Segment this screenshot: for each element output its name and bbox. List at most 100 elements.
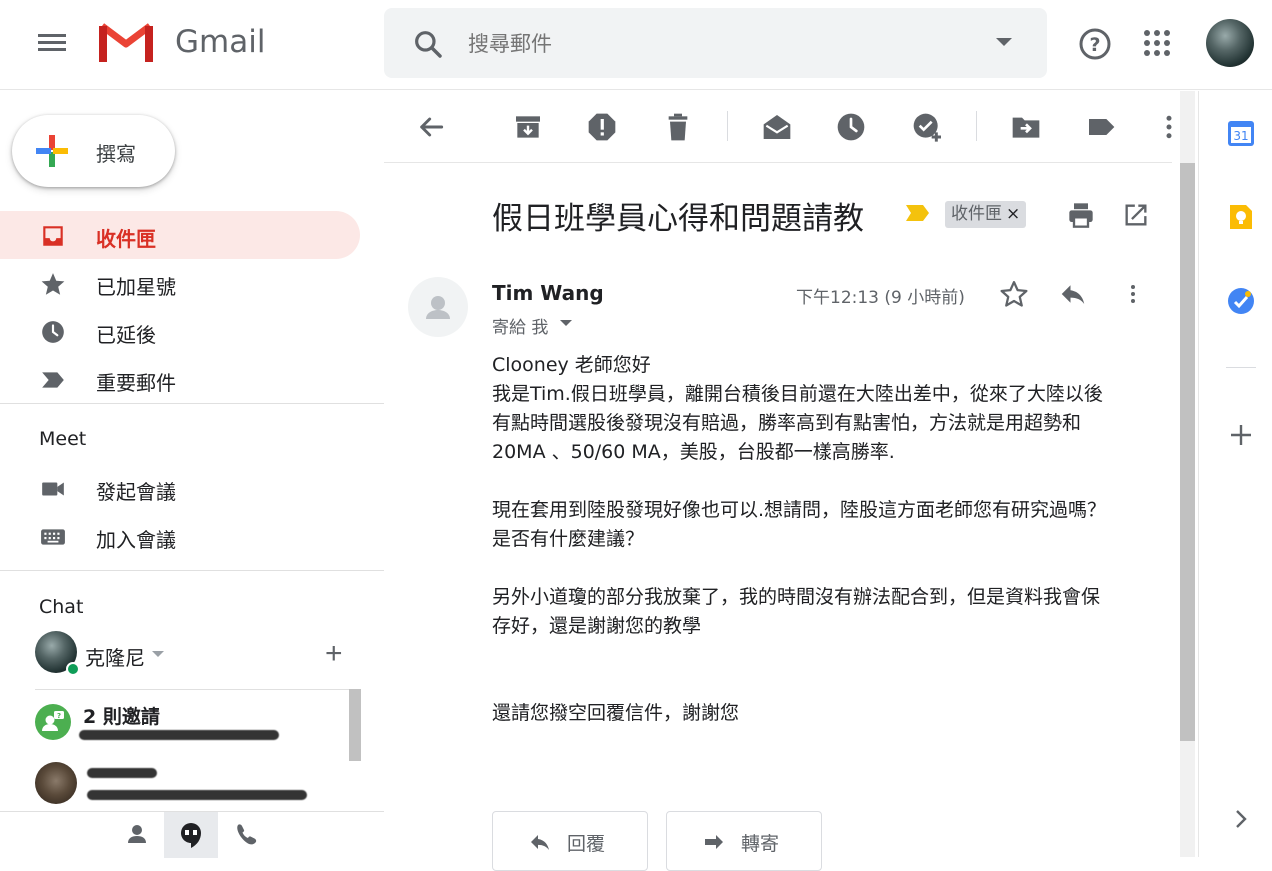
mark-unread-icon[interactable] [761, 111, 793, 143]
snooze-clock-icon[interactable] [835, 111, 867, 143]
chat-tabs [0, 811, 384, 858]
video-camera-icon [42, 482, 64, 496]
sender-avatar[interactable] [408, 277, 468, 337]
chat-list: ? 2 則邀請 [35, 689, 361, 811]
search-icon[interactable] [412, 28, 444, 60]
clock-icon [42, 321, 64, 343]
tasks-icon[interactable] [1227, 287, 1255, 315]
archive-icon[interactable] [512, 111, 544, 143]
important-marker-icon[interactable] [905, 204, 930, 222]
calendar-icon[interactable]: 31 [1227, 119, 1255, 147]
collapse-panel-chevron-icon[interactable] [1227, 805, 1255, 833]
toolbar-divider [727, 111, 728, 141]
sidebar-item-label: 已延後 [96, 323, 156, 347]
meet-new-meeting[interactable]: 發起會議 [0, 464, 360, 512]
side-panel: 31 [1198, 91, 1272, 857]
body-paragraph: 現在套用到陸股發現好像也可以.想請問，陸股這方面老師您有研究過嗎？ 是否有什麼建… [492, 499, 1107, 550]
label-chip-text: 收件匣 [951, 204, 1002, 224]
message-subject: 假日班學員心得和問題請教 [492, 201, 864, 237]
forward-label: 轉寄 [741, 833, 780, 855]
message-scrollbar[interactable] [1180, 163, 1195, 741]
tab-contacts[interactable] [110, 812, 164, 858]
sidebar-item-label: 已加星號 [96, 275, 176, 299]
phone-icon [237, 824, 257, 845]
move-to-icon[interactable] [1010, 111, 1042, 143]
invite-icon: ? [35, 704, 71, 740]
chat-self-status[interactable]: 克隆尼 + [35, 631, 375, 677]
compose-plus-icon [36, 135, 68, 167]
calendar-day: 31 [1233, 129, 1248, 143]
sidebar-item-important[interactable]: 重要郵件 [0, 355, 360, 403]
sidebar-item-label: 重要郵件 [96, 371, 176, 395]
message-view: 假日班學員心得和問題請教 收件匣 × Tim Wang 寄給 我 下午12:13 … [384, 91, 1198, 871]
keep-icon[interactable] [1227, 203, 1255, 231]
reply-label: 回覆 [567, 833, 606, 855]
search-input[interactable] [468, 26, 948, 62]
add-to-tasks-icon[interactable] [911, 111, 943, 143]
status-dropdown-icon[interactable] [152, 651, 164, 657]
compose-button[interactable]: 撰寫 [12, 115, 175, 187]
chat-list-scrollbar[interactable] [349, 689, 361, 761]
label-chip[interactable]: 收件匣 × [945, 201, 1027, 228]
contact-avatar[interactable] [35, 762, 77, 804]
show-details-icon[interactable] [560, 320, 572, 326]
print-icon[interactable] [1067, 201, 1095, 229]
online-status-dot [66, 662, 80, 676]
sender-name[interactable]: Tim Wang [492, 281, 604, 305]
search-options-icon[interactable] [996, 38, 1012, 46]
sidebar-item-label: 收件匣 [96, 227, 156, 251]
main-menu-icon[interactable] [36, 30, 68, 58]
chat-invites-title: 2 則邀請 [83, 706, 160, 728]
reply-icon[interactable] [1058, 279, 1088, 309]
forward-icon [705, 835, 723, 849]
sidebar-divider [0, 570, 384, 571]
chat-section-title: Chat [39, 596, 84, 618]
message-toolbar [384, 91, 1172, 163]
sidebar-item-starred[interactable]: 已加星號 [0, 259, 360, 307]
back-arrow-icon[interactable] [415, 111, 447, 143]
gmail-logo-icon[interactable] [98, 22, 154, 64]
compose-label: 撰寫 [96, 142, 136, 166]
redacted-text [79, 730, 279, 740]
get-addons-plus-icon[interactable] [1227, 421, 1255, 449]
top-bar: Gmail ? [0, 0, 1272, 90]
open-in-new-window-icon[interactable] [1122, 201, 1150, 229]
recipient-line: 寄給 我 [492, 318, 549, 338]
meet-join-meeting[interactable]: 加入會議 [0, 512, 360, 560]
new-chat-plus-icon[interactable]: + [325, 637, 343, 671]
sidebar-divider [0, 403, 384, 404]
hangouts-icon [181, 823, 201, 848]
message-timestamp: 下午12:13 (9 小時前) [796, 288, 965, 308]
delete-icon[interactable] [662, 111, 694, 143]
inbox-icon [43, 226, 63, 246]
side-panel-divider [1226, 367, 1256, 368]
body-paragraph: 另外小道瓊的部分我放棄了，我的時間沒有辦法配合到，但是資料我會保 存好，還是謝謝… [492, 586, 1101, 637]
remove-label-icon[interactable]: × [1006, 204, 1020, 224]
reply-icon [531, 835, 549, 850]
star-icon[interactable] [999, 279, 1029, 309]
keyboard-icon [41, 529, 65, 545]
meet-item-label: 發起會議 [96, 480, 176, 504]
report-spam-icon[interactable] [586, 111, 618, 143]
person-icon [128, 825, 146, 843]
tab-phone[interactable] [218, 812, 272, 858]
tab-chat[interactable] [164, 812, 218, 858]
sidebar-item-snoozed[interactable]: 已延後 [0, 307, 360, 355]
message-more-icon[interactable] [1121, 279, 1145, 309]
important-icon [42, 372, 64, 388]
message-body: Clooney 老師您好 我是Tim.假日班學員，離開台積後目前還在大陸出差中，… [492, 351, 1152, 728]
search-bar[interactable] [384, 8, 1047, 78]
app-name: Gmail [175, 24, 266, 60]
default-person-icon [426, 296, 450, 319]
meet-item-label: 加入會議 [96, 528, 176, 552]
body-paragraph: Clooney 老師您好 我是Tim.假日班學員，離開台積後目前還在大陸出差中，… [492, 354, 1103, 463]
body-paragraph: 還請您撥空回覆信件，謝謝您 [492, 702, 740, 724]
help-icon[interactable]: ? [1078, 27, 1112, 61]
sidebar-item-inbox[interactable]: 收件匣 [0, 211, 360, 259]
forward-button[interactable]: 轉寄 [666, 811, 822, 871]
account-avatar[interactable] [1206, 19, 1254, 67]
redacted-text [87, 790, 307, 800]
google-apps-icon[interactable] [1144, 30, 1172, 58]
reply-button[interactable]: 回覆 [492, 811, 648, 871]
label-icon[interactable] [1085, 111, 1117, 143]
